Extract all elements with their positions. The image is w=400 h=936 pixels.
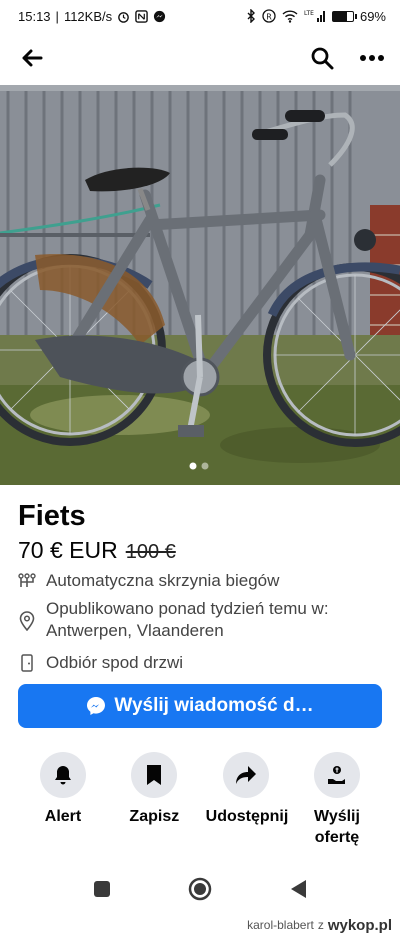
watermark-user: karol-blabert <box>247 918 314 932</box>
arrow-left-icon <box>22 49 43 67</box>
svg-text:R: R <box>266 12 272 21</box>
bookmark-icon <box>147 765 162 785</box>
save-label: Zapisz <box>129 808 180 825</box>
alert-button[interactable] <box>40 752 86 798</box>
gearbox-icon <box>18 570 36 592</box>
wifi-icon <box>282 9 298 23</box>
status-right: R LTE 69% <box>246 9 386 24</box>
square-icon <box>94 881 110 897</box>
share-action[interactable]: Udostępnij <box>201 752 291 848</box>
network-label: LTE <box>304 10 314 17</box>
nfc-icon <box>135 9 148 23</box>
roaming-icon: R <box>262 9 276 23</box>
more-dots-icon <box>360 55 384 61</box>
share-icon <box>235 766 256 784</box>
bluetooth-icon <box>246 9 256 23</box>
send-offer-action[interactable]: Wyślij ofertę <box>292 752 382 848</box>
pickup-text: Odbiór spod drzwi <box>46 653 184 672</box>
search-icon <box>311 47 334 70</box>
listing-photo[interactable] <box>0 85 400 485</box>
send-message-button[interactable]: Wyślij wiadomość d… <box>18 684 382 728</box>
back-nav-button[interactable] <box>284 875 312 903</box>
transmission-text: Automatyczna skrzynia biegów <box>46 571 280 590</box>
watermark: karol-blabert z wykop.pl <box>247 914 392 936</box>
alert-label: Alert <box>44 808 82 825</box>
offer-icon <box>327 766 345 784</box>
search-button[interactable] <box>308 44 336 72</box>
price-row: 70 € EUR 100 € <box>18 537 382 564</box>
location-text: Opublikowano ponad tydzień temu w: Antwe… <box>46 598 329 642</box>
action-row: Alert Zapisz Udostępnij Wyślij ofertę <box>18 752 382 848</box>
messenger-icon <box>87 697 106 715</box>
nav-right <box>308 44 386 72</box>
door-icon <box>18 652 36 674</box>
signal-icon: LTE <box>304 9 326 23</box>
location-pin-icon <box>18 610 36 632</box>
pager-dot <box>201 462 209 470</box>
more-button[interactable] <box>358 44 386 72</box>
watermark-brand: wykop.pl <box>327 916 392 934</box>
watermark-suffix: z <box>317 918 324 932</box>
alert-action[interactable]: Alert <box>18 752 108 848</box>
share-button[interactable] <box>222 752 269 798</box>
status-bar: 15:13 | 112KB/s R LTE 69% <box>0 0 400 32</box>
battery-icon <box>331 10 357 22</box>
triangle-back-icon <box>291 880 306 898</box>
send-message-label: Wyślij wiadomość d… <box>114 695 314 716</box>
status-left: 15:13 | 112KB/s <box>18 9 166 24</box>
pickup-row: Odbiór spod drzwi <box>18 652 382 674</box>
pager-dot <box>189 462 197 470</box>
save-button[interactable] <box>131 752 178 798</box>
status-speed: 112KB/s <box>63 8 113 24</box>
android-nav-bar <box>0 868 400 910</box>
old-price: 100 € <box>125 541 176 563</box>
recent-apps-button[interactable] <box>88 875 116 903</box>
save-action[interactable]: Zapisz <box>109 752 199 848</box>
bicycle-photo <box>0 85 400 485</box>
send-offer-button[interactable] <box>313 752 360 798</box>
status-time: 15:13 <box>18 8 51 24</box>
location-row: Opublikowano ponad tydzień temu w: Antwe… <box>18 598 382 642</box>
location-city: Antwerpen, Vlaanderen <box>46 621 224 640</box>
home-button[interactable] <box>186 875 214 903</box>
share-label: Udostępnij <box>205 808 289 825</box>
transmission-row: Automatyczna skrzynia biegów <box>18 570 382 592</box>
battery-percent: 69% <box>359 8 386 24</box>
send-offer-label: Wyślij ofertę <box>314 808 360 846</box>
alarm-icon <box>117 10 130 23</box>
published-text: Opublikowano ponad tydzień temu w: <box>46 599 329 618</box>
top-nav <box>0 32 400 84</box>
battery-fill <box>332 11 347 21</box>
listing-title: Fiets <box>18 500 86 532</box>
home-circle-icon <box>188 877 212 901</box>
messenger-notification-icon <box>153 10 166 23</box>
back-button[interactable] <box>18 44 46 72</box>
bell-icon <box>55 766 71 785</box>
price: 70 € EUR <box>18 537 118 563</box>
status-separator: | <box>55 8 59 24</box>
listing-details: Fiets 70 € EUR 100 € Automatyczna skrzyn… <box>0 485 400 674</box>
